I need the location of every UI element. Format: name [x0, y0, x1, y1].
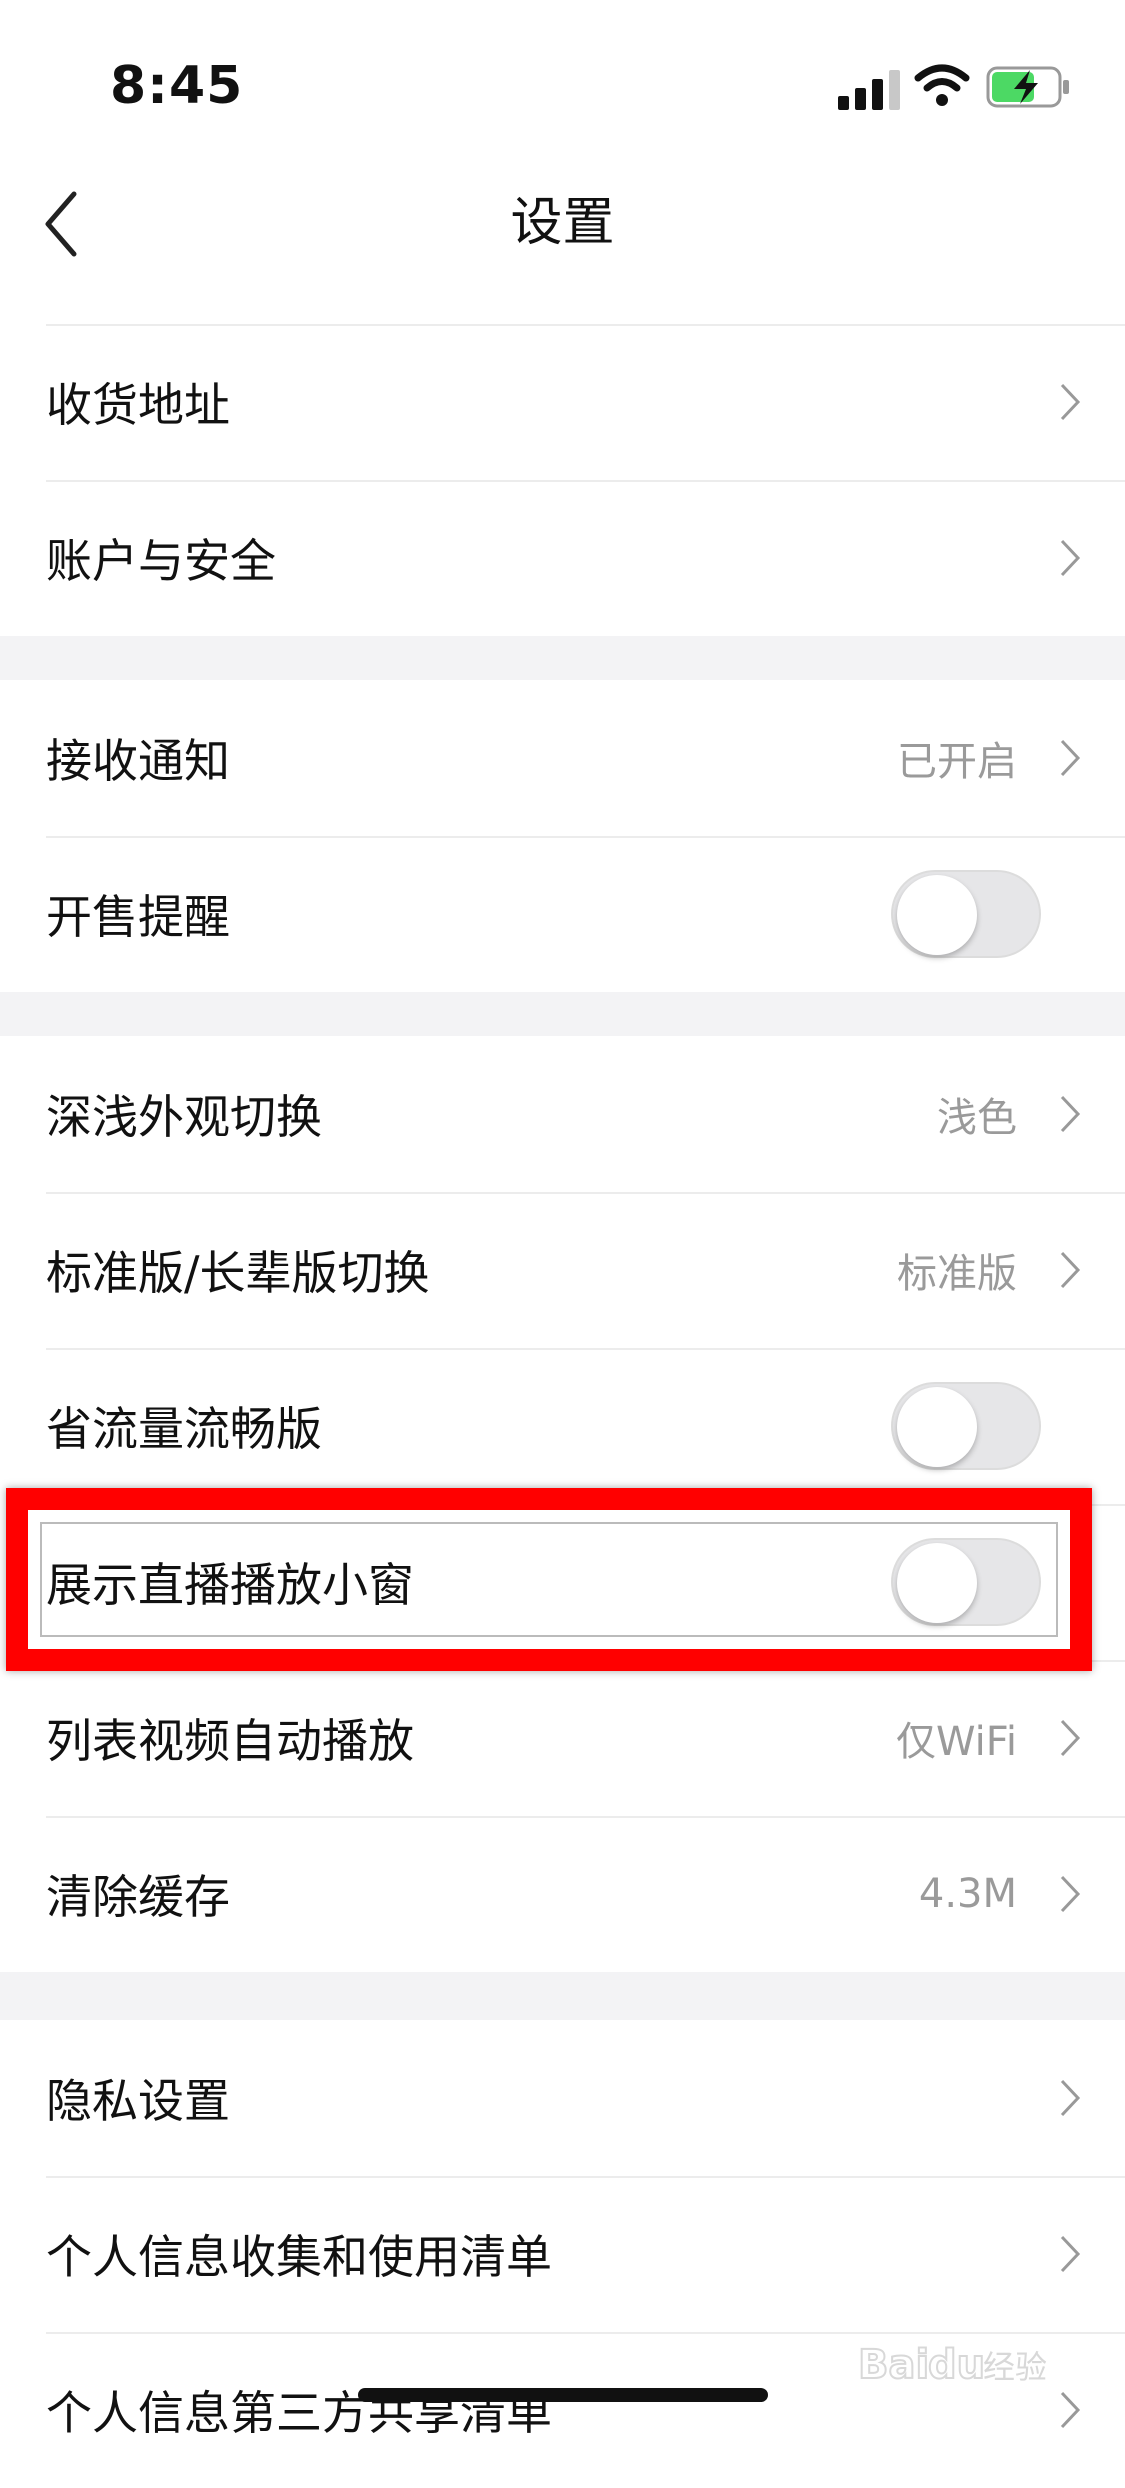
- settings-row-personal-info-list[interactable]: 个人信息收集和使用清单: [0, 2176, 1125, 2332]
- row-label: 清除缓存: [46, 1870, 230, 1924]
- row-value: 已开启: [897, 739, 1017, 785]
- toggle-knob: [897, 1387, 977, 1467]
- svg-text:Bai: Bai: [858, 2342, 929, 2388]
- row-label: 标准版/长辈版切换: [46, 1246, 430, 1300]
- row-label: 省流量流畅版: [46, 1402, 322, 1456]
- row-label: 接收通知: [46, 734, 230, 788]
- row-value: 浅色: [937, 1095, 1017, 1141]
- row-label: 收货地址: [46, 378, 230, 432]
- settings-row-data-saver: 省流量流畅版: [0, 1348, 1125, 1504]
- settings-row-appearance[interactable]: 深浅外观切换 浅色: [0, 1036, 1125, 1192]
- settings-row-edition-switch[interactable]: 标准版/长辈版切换 标准版: [0, 1192, 1125, 1348]
- row-label: 列表视频自动播放: [46, 1714, 414, 1768]
- settings-section-notifications: 接收通知 已开启 开售提醒: [0, 680, 1125, 992]
- toggle-knob: [897, 875, 977, 955]
- chevron-right-icon: [1060, 739, 1081, 777]
- row-label: 个人信息收集和使用清单: [46, 2230, 552, 2284]
- chevron-right-icon: [1060, 1095, 1081, 1133]
- section-divider: [0, 992, 1125, 1036]
- chevron-right-icon: [1060, 1875, 1081, 1913]
- chevron-right-icon: [1060, 539, 1081, 577]
- status-bar: 8:45: [0, 0, 1125, 150]
- chevron-right-icon: [1060, 383, 1081, 421]
- settings-row-shipping-address[interactable]: 收货地址: [0, 324, 1125, 480]
- status-time: 8:45: [110, 56, 244, 116]
- page-title: 设置: [510, 193, 615, 253]
- row-label: 深浅外观切换: [46, 1090, 322, 1144]
- row-label: 开售提醒: [46, 890, 230, 944]
- annotation-inner-border: [40, 1522, 1058, 1637]
- chevron-right-icon: [1060, 2391, 1081, 2429]
- row-label: 账户与安全: [46, 534, 276, 588]
- navigation-bar: 设置: [0, 150, 1125, 324]
- settings-row-sale-reminder: 开售提醒: [0, 836, 1125, 992]
- wifi-icon: [914, 64, 970, 106]
- row-value: 仅WiFi: [896, 1719, 1017, 1765]
- settings-row-clear-cache[interactable]: 清除缓存 4.3M: [0, 1816, 1125, 1972]
- battery-charging-icon: [986, 66, 1069, 108]
- row-value: 4.3M: [918, 1871, 1017, 1917]
- row-value: 标准版: [897, 1251, 1017, 1297]
- row-label: 个人信息第三方共享清单: [46, 2386, 552, 2440]
- chevron-right-icon: [1060, 2235, 1081, 2273]
- settings-section-account: 收货地址 账户与安全: [0, 324, 1125, 636]
- baidu-jingyan-watermark: Bai du 经验: [858, 2341, 1047, 2389]
- chevron-right-icon: [1060, 2079, 1081, 2117]
- sale-reminder-toggle[interactable]: [891, 870, 1041, 958]
- data-saver-toggle[interactable]: [891, 1382, 1041, 1470]
- settings-row-account-security[interactable]: 账户与安全: [0, 480, 1125, 636]
- settings-row-receive-notifications[interactable]: 接收通知 已开启: [0, 680, 1125, 836]
- svg-text:经验: 经验: [983, 2348, 1047, 2386]
- chevron-right-icon: [1060, 1251, 1081, 1289]
- chevron-right-icon: [1060, 1719, 1081, 1757]
- cellular-signal-icon: [838, 70, 902, 110]
- svg-text:du: du: [928, 2342, 985, 2388]
- section-divider: [0, 636, 1125, 680]
- settings-row-privacy[interactable]: 隐私设置: [0, 2020, 1125, 2176]
- settings-section-privacy: 隐私设置 个人信息收集和使用清单 个人信息第三方共享清单: [0, 2020, 1125, 2488]
- annotation-highlight-box: [6, 1488, 1092, 1671]
- home-indicator[interactable]: [358, 2388, 768, 2402]
- section-divider: [0, 1972, 1125, 2020]
- settings-row-video-autoplay[interactable]: 列表视频自动播放 仅WiFi: [0, 1660, 1125, 1816]
- row-label: 隐私设置: [46, 2074, 230, 2128]
